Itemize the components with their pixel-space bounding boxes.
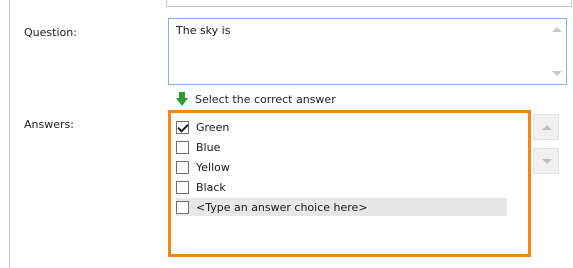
answer-hint-text: Select the correct answer [195, 92, 336, 106]
answer-checkbox-yellow[interactable] [176, 160, 189, 174]
answers-label: Answers: [24, 118, 74, 131]
answer-item-blue[interactable]: Blue [176, 138, 220, 156]
question-text[interactable]: The sky is [176, 24, 230, 37]
answer-label: Black [196, 180, 226, 194]
question-scrollbar[interactable] [548, 19, 566, 84]
answer-checkbox-new[interactable] [176, 200, 189, 214]
arrow-up-icon [542, 125, 552, 130]
move-down-button[interactable] [533, 148, 559, 174]
answer-item-green[interactable]: Green [176, 118, 229, 136]
answer-item-black[interactable]: Black [176, 178, 226, 196]
answer-checkbox-blue[interactable] [176, 140, 189, 154]
answer-hint: Select the correct answer [176, 92, 336, 106]
arrow-down-icon [542, 159, 552, 164]
answer-item-yellow[interactable]: Yellow [176, 158, 230, 176]
previous-field-edge [166, 0, 572, 7]
answer-label: Yellow [196, 160, 230, 174]
move-up-button[interactable] [533, 114, 559, 140]
question-label: Question: [24, 26, 77, 39]
answer-checkbox-black[interactable] [176, 180, 189, 194]
new-answer-placeholder[interactable]: <Type an answer choice here> [196, 201, 368, 214]
scroll-up-icon[interactable] [552, 27, 562, 32]
answer-label: Green [196, 120, 230, 134]
answer-checkbox-green[interactable] [176, 120, 189, 134]
scroll-down-icon[interactable] [552, 71, 562, 76]
window-left-border [9, 0, 10, 268]
answers-list[interactable]: Green Blue Yellow Black <Type an answer … [168, 110, 531, 257]
question-textarea[interactable]: The sky is [168, 18, 567, 85]
answer-label: Blue [196, 140, 221, 154]
green-down-arrow-icon [176, 92, 188, 106]
new-answer-item[interactable]: <Type an answer choice here> [176, 198, 507, 216]
